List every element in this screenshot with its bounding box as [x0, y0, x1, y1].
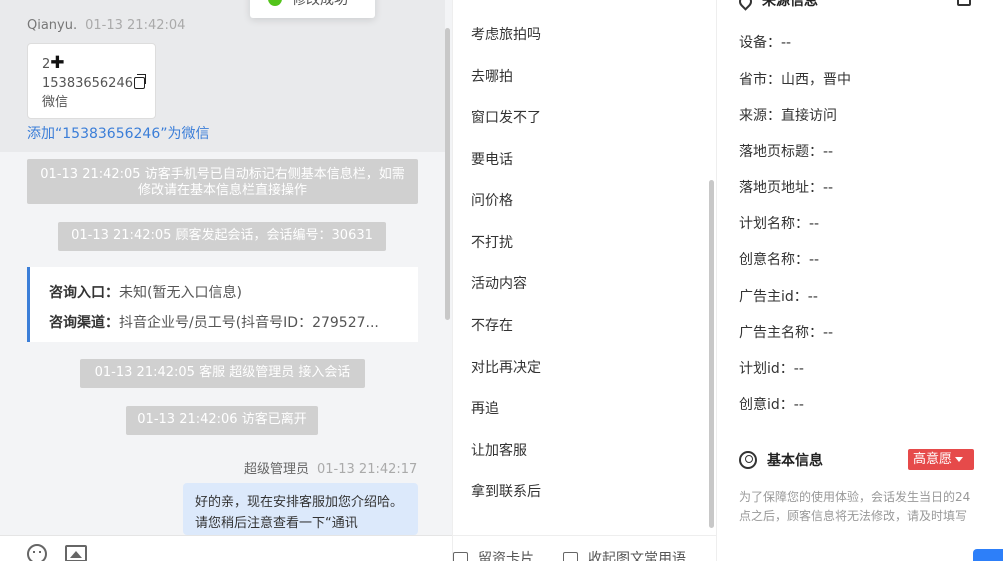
- system-message: 01-13 21:42:05 客服 超级管理员 接入会话: [80, 359, 365, 388]
- info-row-advertiser-id: 广告主id：--: [739, 289, 818, 305]
- emoji-icon[interactable]: [27, 544, 47, 561]
- quick-reply-item[interactable]: 不存在: [471, 315, 513, 335]
- quick-reply-item[interactable]: 拿到联系后: [471, 481, 541, 501]
- visitor-time: 01-13 21:42:04: [85, 18, 186, 33]
- info-row-device: 设备：--: [739, 35, 792, 51]
- info-row-province: 省市：山西，晋中: [739, 72, 851, 88]
- quick-reply-item[interactable]: 不打扰: [471, 232, 513, 252]
- consult-channel-label: 咨询渠道：: [49, 315, 119, 331]
- info-row-landing-title: 落地页标题：--: [739, 144, 834, 160]
- info-row-creative-name: 创意名称：--: [739, 252, 820, 268]
- location-pin-icon: [736, 0, 755, 11]
- system-message: 01-13 21:42:05 顾客发起会话，会话编号：30631: [58, 222, 386, 251]
- bag-icon[interactable]: [957, 0, 971, 6]
- agent-header: 超级管理员 01-13 21:42:17: [244, 458, 417, 477]
- card-icon: [453, 551, 468, 561]
- consult-channel-value: 抖音企业号/员工号(抖音号ID：279527...: [119, 315, 379, 331]
- basic-info-header: 基本信息: [739, 450, 823, 470]
- agent-name: 超级管理员: [244, 462, 310, 477]
- info-row-source: 来源：直接访问: [739, 108, 837, 124]
- lead-card-label: 留资卡片: [478, 551, 534, 561]
- source-info-header: 来源信息: [736, 0, 818, 11]
- collapse-phrases-button[interactable]: 收起图文常用语: [563, 548, 686, 561]
- consult-entry-label: 咨询入口：: [49, 285, 119, 301]
- consult-entry-value: 未知(暂无入口信息): [119, 285, 242, 301]
- collapse-phrases-label: 收起图文常用语: [588, 551, 686, 561]
- visitor-name: Qianyu.: [27, 18, 78, 33]
- quick-reply-toolbar: 留资卡片 收起图文常用语: [453, 535, 716, 561]
- quick-reply-item[interactable]: 活动内容: [471, 273, 527, 293]
- quick-reply-item[interactable]: 去哪拍: [471, 66, 513, 86]
- chat-pane: Qianyu. 01-13 21:42:04 2✚ 15383656246 微信 …: [0, 0, 452, 561]
- customer-info-panel: 来源信息 设备：-- 省市：山西，晋中 来源：直接访问 落地页标题：-- 落地页…: [716, 0, 1003, 561]
- chat-toolbar: [0, 535, 452, 561]
- agent-message-bubble: 好的亲，现在安排客服加您介绍哈。请您稍后注意查看一下“通讯: [183, 483, 418, 535]
- copy-icon[interactable]: [133, 74, 146, 89]
- intent-value: 高意愿: [913, 452, 953, 467]
- action-button-edge[interactable]: [973, 549, 1003, 561]
- check-circle-icon: [268, 0, 282, 6]
- quick-reply-item[interactable]: 问价格: [471, 190, 513, 210]
- quick-reply-item[interactable]: 考虑旅拍吗: [471, 24, 541, 44]
- add-wechat-link[interactable]: 添加“15383656246”为微信: [27, 123, 210, 143]
- source-info-title: 来源信息: [762, 0, 818, 9]
- lead-card-button[interactable]: 留资卡片: [453, 548, 534, 561]
- system-message: 01-13 21:42:06 访客已离开: [126, 406, 318, 435]
- card-label: 微信: [42, 95, 69, 110]
- caret-down-icon: [955, 457, 964, 462]
- quick-reply-item[interactable]: 再追: [471, 398, 499, 418]
- quick-reply-item[interactable]: 让加客服: [471, 440, 527, 460]
- collapse-icon: [563, 551, 578, 561]
- image-icon[interactable]: [65, 545, 87, 561]
- quick-reply-panel: 考虑旅拍吗 去哪拍 窗口发不了 要电话 问价格 不打扰 活动内容 不存在 对比再…: [452, 0, 716, 561]
- consult-info-card: 咨询入口：未知(暂无入口信息) 咨询渠道：抖音企业号/员工号(抖音号ID：279…: [27, 267, 418, 342]
- intent-dropdown[interactable]: 高意愿: [908, 449, 974, 470]
- quick-reply-item[interactable]: 对比再决定: [471, 357, 541, 377]
- user-icon: [739, 451, 757, 469]
- chat-scrollbar[interactable]: [445, 28, 450, 320]
- quick-reply-scrollbar[interactable]: [709, 180, 714, 528]
- info-row-creative-id: 创意id：--: [739, 397, 804, 413]
- visitor-header: Qianyu. 01-13 21:42:04: [27, 18, 185, 33]
- success-toast: 修改成功: [250, 0, 375, 18]
- info-row-plan-id: 计划id：--: [739, 361, 804, 377]
- system-message: 01-13 21:42:05 访客手机号已自动标记右侧基本信息栏，如需修改请在基…: [27, 159, 418, 204]
- quick-reply-item[interactable]: 窗口发不了: [471, 107, 541, 127]
- edit-notice: 为了保障您的使用体验，会话发生当日的24点之后，顾客信息将无法修改，请及时填写: [739, 490, 971, 523]
- basic-info-title: 基本信息: [767, 453, 823, 469]
- card-phone: 15383656246: [42, 76, 133, 91]
- info-row-plan-name: 计划名称：--: [739, 216, 820, 232]
- quick-reply-item[interactable]: 要电话: [471, 149, 513, 169]
- plus-icon[interactable]: ✚: [50, 53, 64, 73]
- agent-time: 01-13 21:42:17: [317, 462, 418, 477]
- info-row-landing-url: 落地页地址：--: [739, 180, 834, 196]
- info-row-advertiser-name: 广告主名称：--: [739, 325, 834, 341]
- contact-card: 2✚ 15383656246 微信: [27, 43, 156, 119]
- toast-text: 修改成功: [292, 0, 348, 8]
